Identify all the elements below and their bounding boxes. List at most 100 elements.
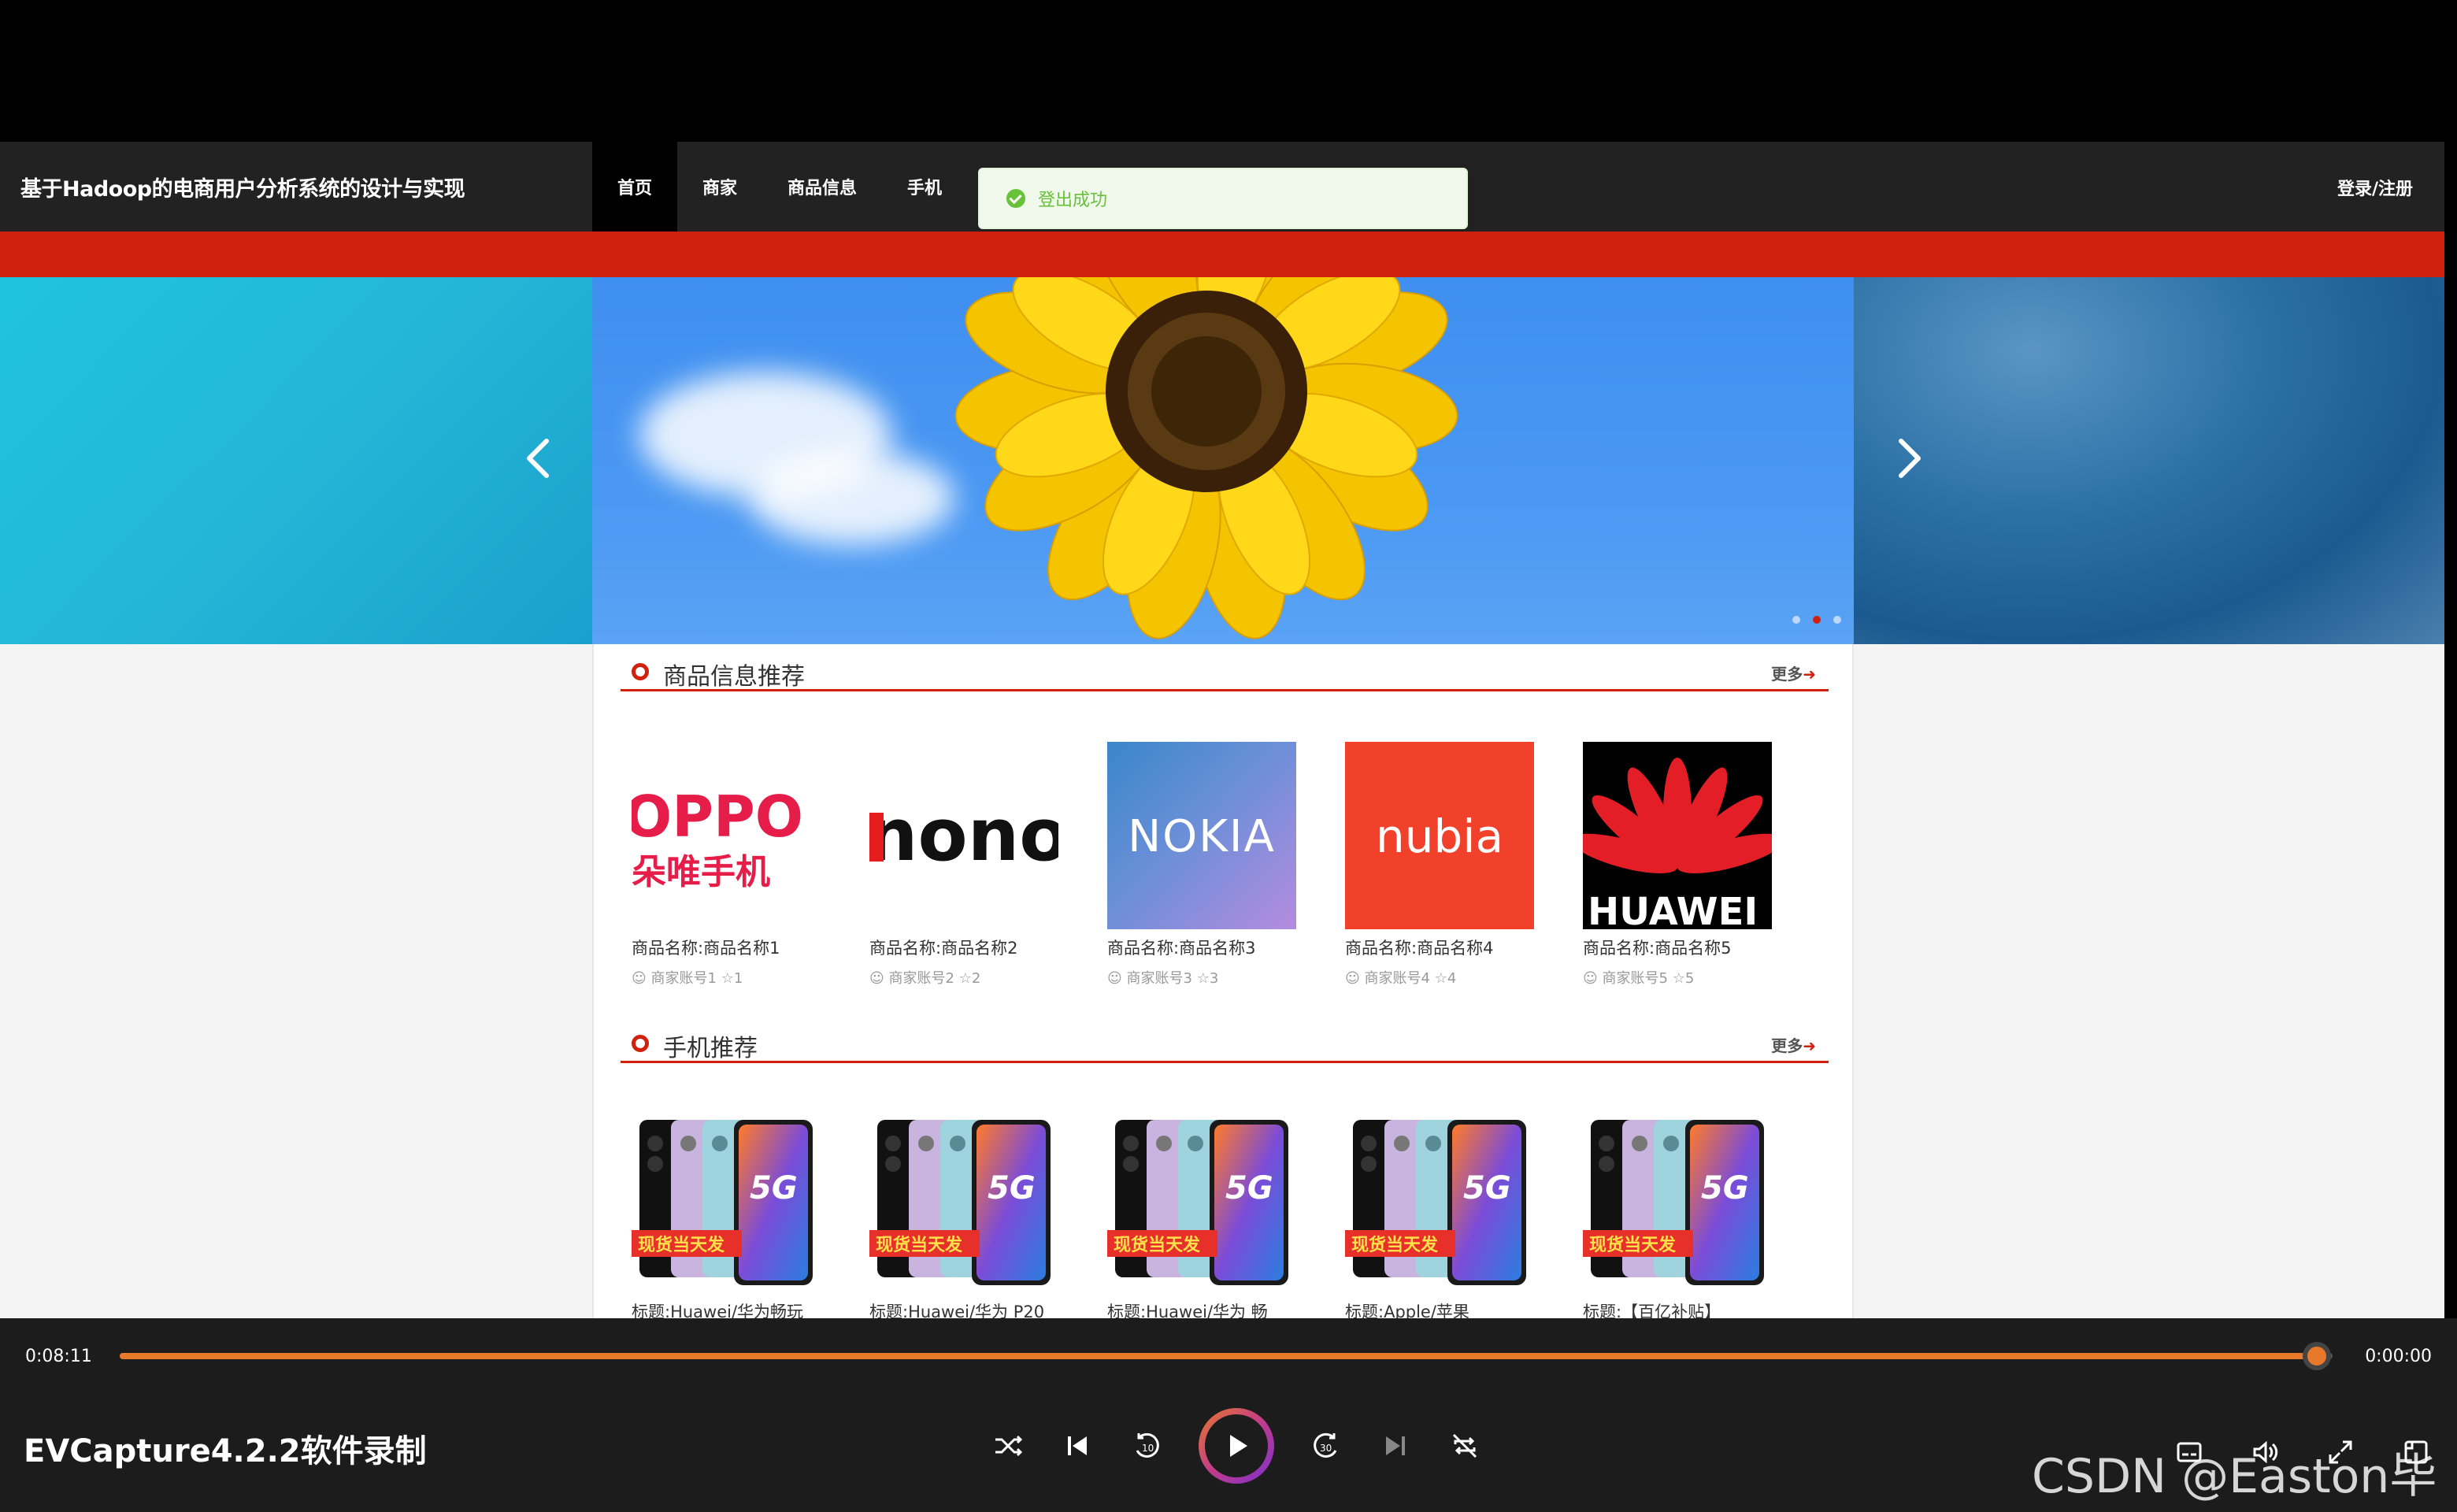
- phone-title: 标题:Apple/苹果: [1345, 1303, 1469, 1318]
- phone-card[interactable]: 5G 现货当天发标题:Huawei/华为畅玩: [632, 1112, 821, 1318]
- product-card[interactable]: OPPO 朵唯手机 商品名称:商品名称1 ☺ 商家账号1 ☆1: [632, 742, 821, 988]
- sunflower-image: [954, 277, 1458, 639]
- remaining-time: 0:00:00: [2365, 1347, 2432, 1366]
- phone-image[interactable]: 5G 现货当天发: [632, 1112, 821, 1293]
- forward-30-icon[interactable]: 30: [1309, 1429, 1343, 1463]
- svg-text:现货当天发: 现货当天发: [876, 1235, 963, 1255]
- svg-text:朵唯手机: 朵唯手机: [632, 852, 770, 892]
- carousel-dot-active[interactable]: [1813, 616, 1821, 624]
- product-meta: ☺ 商家账号1 ☆1: [632, 970, 743, 987]
- phone-title: 标题:Huawei/华为畅玩: [632, 1303, 804, 1318]
- carousel-dot[interactable]: [1792, 616, 1800, 624]
- phone-image[interactable]: 5G 现货当天发: [1345, 1112, 1534, 1293]
- nav-item-merchants[interactable]: 商家: [677, 142, 762, 232]
- success-check-icon: [1006, 189, 1025, 208]
- phone-title: 标题:Huawei/华为 P20: [869, 1303, 1045, 1318]
- progress-track[interactable]: [120, 1342, 2333, 1370]
- carousel-prev-slide: [0, 277, 592, 644]
- screen: 基于Hadoop的电商用户分析系统的设计与实现 首页 商家 商品信息 手机 登录…: [0, 0, 2457, 1512]
- recording-title: EVCapture4.2.2软件录制: [24, 1433, 427, 1469]
- web-page: 基于Hadoop的电商用户分析系统的设计与实现 首页 商家 商品信息 手机 登录…: [0, 142, 2444, 1318]
- red-divider-bar: [0, 232, 2444, 277]
- section-marker-icon: [632, 663, 649, 680]
- play-icon: [1230, 1435, 1247, 1457]
- section-marker-icon: [632, 1035, 649, 1052]
- shuffle-icon[interactable]: [991, 1429, 1025, 1463]
- play-button[interactable]: [1199, 1408, 1274, 1484]
- csdn-watermark: CSDN @Easton毕设: [2032, 1449, 2437, 1504]
- user-icon: ☺: [1345, 970, 1360, 987]
- product-image[interactable]: HUAWEI: [1583, 742, 1772, 929]
- product-name: 商品名称:商品名称5: [1583, 939, 1732, 958]
- nav-item-phones[interactable]: 手机: [882, 142, 967, 232]
- previous-track-icon[interactable]: [1060, 1429, 1095, 1463]
- product-section-header: 商品信息推荐 更多➜: [621, 652, 1829, 691]
- phone-card[interactable]: 5G 现货当天发标题:【百亿补贴】: [1583, 1112, 1772, 1318]
- product-card[interactable]: nubia 商品名称:商品名称4 ☺ 商家账号4 ☆4: [1345, 742, 1534, 988]
- svg-text:5G: 5G: [1463, 1170, 1511, 1206]
- phone-card[interactable]: 5G 现货当天发标题:Huawei/华为 P20: [869, 1112, 1058, 1318]
- svg-text:现货当天发: 现货当天发: [1114, 1235, 1201, 1255]
- phone-image[interactable]: 5G 现货当天发: [1107, 1112, 1296, 1293]
- product-name: 商品名称:商品名称3: [1107, 939, 1256, 958]
- svg-text:30: 30: [1320, 1443, 1332, 1454]
- star-icon: ☆: [721, 970, 734, 987]
- user-icon: ☺: [1583, 970, 1598, 987]
- banner-carousel: [0, 277, 2444, 644]
- toast-message: 登出成功: [1038, 191, 1108, 210]
- svg-text:5G: 5G: [750, 1170, 798, 1206]
- playback-controls: 10 30: [991, 1406, 1482, 1485]
- progress-fill: [120, 1353, 2318, 1359]
- carousel-dot[interactable]: [1833, 616, 1841, 624]
- elapsed-time: 0:08:11: [25, 1347, 92, 1366]
- next-track-icon[interactable]: [1378, 1429, 1413, 1463]
- login-register-link[interactable]: 登录/注册: [2337, 175, 2413, 200]
- more-link[interactable]: 更多➜: [1771, 662, 1816, 684]
- user-icon: ☺: [632, 970, 647, 987]
- progress-handle[interactable]: [2303, 1342, 2332, 1370]
- svg-text:HUAWEI: HUAWEI: [1588, 890, 1758, 929]
- svg-text:5G: 5G: [1225, 1170, 1273, 1206]
- section-title: 手机推荐: [663, 1035, 758, 1062]
- repeat-off-icon[interactable]: [1447, 1429, 1482, 1463]
- section-title: 商品信息推荐: [663, 663, 805, 691]
- main-content: 商品信息推荐 更多➜ OPPO 朵唯手机 商品名称:商品名称1 ☺ 商家账号1 …: [592, 644, 1854, 1318]
- phone-image[interactable]: 5G 现货当天发: [1583, 1112, 1772, 1293]
- product-card[interactable]: NOKIA 商品名称:商品名称3 ☺ 商家账号3 ☆3: [1107, 742, 1296, 988]
- carousel-indicators: [1792, 616, 1841, 624]
- carousel-current-slide: [592, 277, 1854, 644]
- logout-success-toast: 登出成功: [978, 168, 1468, 229]
- star-icon: ☆: [1434, 970, 1447, 987]
- product-image[interactable]: nubia: [1345, 742, 1534, 929]
- carousel-next-arrow-icon[interactable]: [1884, 435, 1931, 482]
- carousel-prev-arrow-icon[interactable]: [517, 435, 564, 482]
- product-card[interactable]: HUAWEI 商品名称:商品名称5 ☺ 商家账号5 ☆5: [1583, 742, 1772, 988]
- star-icon: ☆: [1672, 970, 1685, 987]
- product-card[interactable]: nono 商品名称:商品名称2 ☺ 商家账号2 ☆2: [869, 742, 1058, 988]
- nav-item-products[interactable]: 商品信息: [762, 142, 882, 232]
- svg-text:5G: 5G: [1701, 1170, 1749, 1206]
- product-name: 商品名称:商品名称4: [1345, 939, 1494, 958]
- svg-text:10: 10: [1142, 1443, 1154, 1454]
- svg-text:现货当天发: 现货当天发: [1589, 1235, 1677, 1255]
- rewind-10-icon[interactable]: 10: [1129, 1429, 1164, 1463]
- product-meta: ☺ 商家账号2 ☆2: [869, 970, 981, 987]
- svg-text:OPPO: OPPO: [632, 784, 803, 850]
- site-title: 基于Hadoop的电商用户分析系统的设计与实现: [20, 177, 465, 202]
- phone-card[interactable]: 5G 现货当天发标题:Apple/苹果: [1345, 1112, 1534, 1318]
- svg-text:现货当天发: 现货当天发: [1351, 1235, 1439, 1255]
- star-icon: ☆: [1196, 970, 1210, 987]
- phone-image[interactable]: 5G 现货当天发: [869, 1112, 1058, 1293]
- nav-item-home[interactable]: 首页: [592, 142, 678, 232]
- user-icon: ☺: [869, 970, 884, 987]
- more-link[interactable]: 更多➜: [1771, 1033, 1816, 1056]
- svg-text:nono: nono: [869, 793, 1058, 877]
- phone-title: 标题:【百亿补贴】: [1583, 1303, 1721, 1318]
- main-nav: 首页 商家 商品信息 手机: [592, 142, 967, 232]
- product-name: 商品名称:商品名称2: [869, 939, 1018, 958]
- product-image[interactable]: NOKIA: [1107, 742, 1296, 929]
- product-image[interactable]: OPPO 朵唯手机: [632, 742, 821, 929]
- phone-section-header: 手机推荐 更多➜: [621, 1024, 1829, 1063]
- product-image[interactable]: nono: [869, 742, 1058, 929]
- phone-card[interactable]: 5G 现货当天发 标题:Huawei/华为 畅: [1107, 1112, 1296, 1318]
